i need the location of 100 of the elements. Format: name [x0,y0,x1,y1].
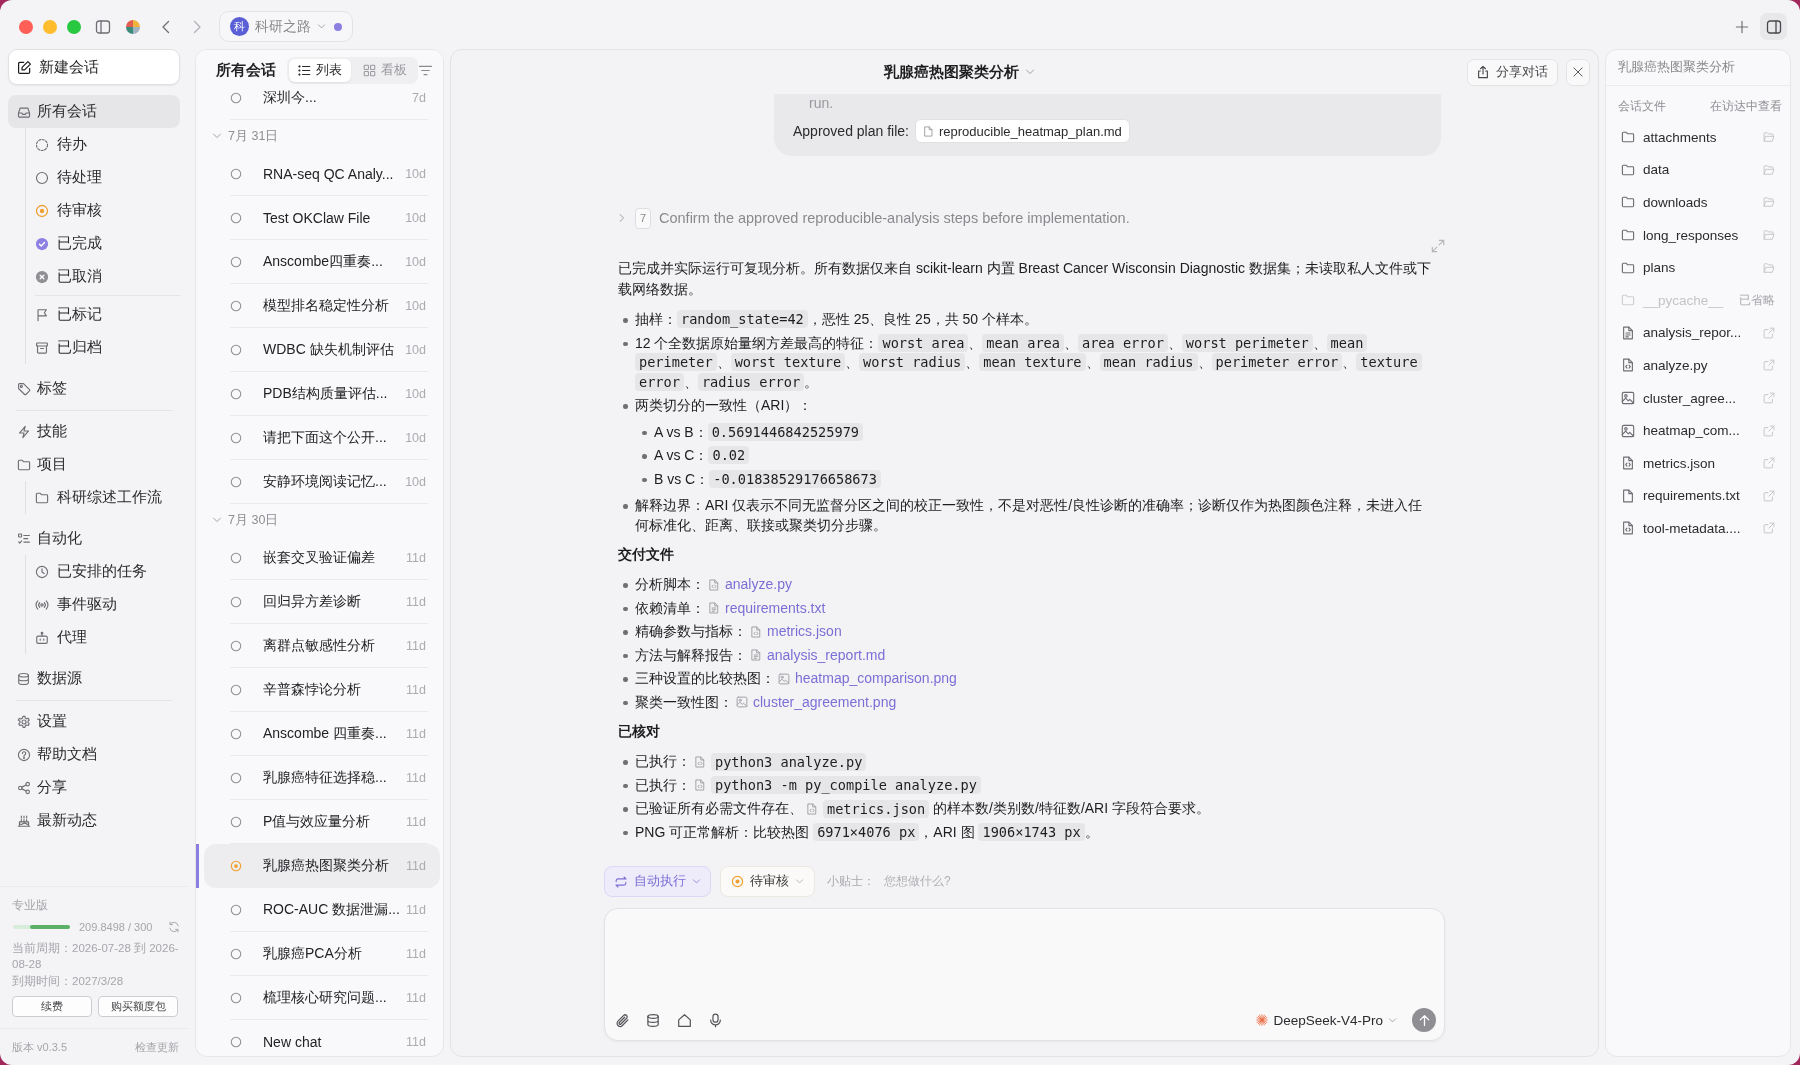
file-link[interactable]: requirements.txt [708,598,826,618]
folder-icon [1621,195,1635,210]
expiry-date: 到期时间：2027/3/28 [12,973,125,989]
external-link-icon[interactable] [1763,326,1775,339]
refresh-icon[interactable] [168,920,180,933]
open-folder-icon[interactable] [1763,163,1775,176]
nav-item[interactable]: 帮助文档 [8,738,180,771]
external-link-icon[interactable] [1763,489,1775,502]
list-icon [298,63,311,77]
open-folder-icon[interactable] [1763,261,1775,274]
nav-item[interactable]: 待审核 [26,194,180,227]
image-file-icon [1621,423,1635,438]
file-item[interactable]: data [1606,153,1790,187]
send-button[interactable] [1412,1008,1436,1032]
ring-dot-icon [731,875,744,888]
file-item[interactable]: downloads [1606,186,1790,219]
renew-button[interactable]: 续费 [12,996,92,1017]
paperclip-icon[interactable] [615,1012,630,1028]
section-label: 会话文件 [1618,97,1666,115]
list-item-text: 抽样： random_state=42 ，恶性 25、良性 25，共 50 个样本。 [635,310,1040,330]
share-button[interactable]: 分享对话 [1467,58,1558,86]
zoom-button[interactable] [67,19,81,34]
close-button[interactable] [19,19,33,34]
panel-toggle-button[interactable] [1760,13,1787,40]
file-item[interactable]: analyze.py [1606,349,1790,382]
nav-item[interactable]: 自动化 [8,522,180,555]
nav-item[interactable]: 代理 [26,621,180,654]
nav-item[interactable]: 数据源 [8,662,180,695]
external-link-icon[interactable] [1763,522,1775,535]
list-item-text: 依赖清单： requirements.txt [635,598,827,618]
nav-item[interactable]: 待办 [26,128,180,161]
file-link[interactable]: analyze.py [708,575,792,595]
step-text: Confirm the approved reproducible-analysis steps before implementation. [659,210,1130,226]
open-folder-icon[interactable] [1763,196,1775,209]
file-item[interactable]: tool-metadata.... [1606,512,1790,545]
file-item[interactable]: attachments [1606,121,1790,154]
nav-item[interactable]: 事件驱动 [26,588,180,621]
microphone-icon[interactable] [708,1012,723,1028]
list-item-text: 精确参数与指标： metrics.json [635,622,1435,642]
clock-icon [35,564,49,579]
status-filter-button[interactable]: 待审核 [720,866,815,897]
nav-item[interactable]: 已安排的任务 [26,555,180,588]
nav-item[interactable]: 已取消 [26,260,180,293]
file-item[interactable]: heatmap_com... [1606,414,1790,447]
nav-item[interactable]: 所有会话 [8,95,180,128]
list-item-text: A vs C： 0.02 [654,446,1435,466]
open-folder-icon[interactable] [1763,131,1775,144]
open-folder-icon[interactable] [1763,229,1775,242]
help-icon [17,747,31,762]
chevron-right-icon[interactable] [617,213,627,223]
sidebar-toggle-icon[interactable] [95,18,111,35]
file-item[interactable]: long_responses [1606,218,1790,252]
external-link-icon[interactable] [1763,359,1775,372]
view-tab[interactable]: 列表 [289,58,351,82]
nav-item[interactable]: 技能 [8,415,180,448]
list-item-text: 已验证所有必需文件存在、 metrics.json 的样本数/类别数/特征数/ARI 字段符合要求。 [635,799,1211,819]
buy-credits-button[interactable]: 购买额度包 [98,996,178,1017]
nav-item[interactable]: 最新动态 [8,804,180,837]
chat-title[interactable]: 乳腺癌热图聚类分析 [883,62,1035,82]
settings-icon [17,714,31,729]
mode-button[interactable]: 自动执行 [604,866,711,897]
new-chat-button[interactable]: 新建会话 [8,49,180,85]
file-link[interactable]: metrics.json [750,622,842,642]
file-link[interactable]: analysis_report.md [750,645,886,665]
file-item[interactable]: cluster_agree... [1606,381,1790,415]
model-selector[interactable]: DeepSeek-V4-Pro [1256,1012,1397,1028]
nav-item[interactable]: 设置 [8,705,180,738]
external-link-icon[interactable] [1763,424,1775,437]
list-item-text: 已执行： python3 analyze.py [635,752,1435,772]
lightning-icon [17,424,31,439]
external-link-icon[interactable] [1763,457,1775,470]
expand-icon[interactable] [1431,239,1445,253]
external-link-icon[interactable] [1763,392,1775,405]
file-link[interactable]: heatmap_comparison.png [778,669,957,689]
nav-item[interactable]: 科研综述工作流 [26,481,180,514]
file-item[interactable]: requirements.txt [1606,479,1790,513]
plus-icon[interactable] [1735,19,1749,34]
close-button[interactable] [1566,58,1590,86]
nav-item[interactable]: 项目 [8,448,180,481]
house-icon[interactable] [677,1012,692,1028]
nav-item[interactable]: 标签 [8,372,180,405]
nav-item[interactable]: 已完成 [26,227,180,260]
tip-label: 小贴士： [827,873,875,890]
nav-item[interactable]: 已归档 [26,331,180,364]
code-file-icon [806,802,818,815]
file-chip[interactable]: reproducible_heatmap_plan.md [914,119,1130,143]
file-item[interactable]: plans [1606,251,1790,284]
check-circle-icon [35,236,49,251]
image-file-icon [1621,391,1635,406]
minimize-button[interactable] [43,19,57,34]
file-link[interactable]: cluster_agreement.png [736,692,897,712]
file-item[interactable]: analysis_repor... [1606,316,1790,350]
list-item-text: A vs B： 0.5691446842525979 [654,422,1435,442]
file-item[interactable]: metrics.json [1606,446,1790,480]
workspace-switcher[interactable]: 科 科研之路 [219,11,353,42]
nav-item[interactable]: 待处理 [26,161,180,194]
bullet-icon [623,504,628,509]
nav-item[interactable]: 已标记 [26,298,180,331]
database-icon[interactable] [646,1012,661,1028]
nav-item[interactable]: 分享 [8,771,180,804]
